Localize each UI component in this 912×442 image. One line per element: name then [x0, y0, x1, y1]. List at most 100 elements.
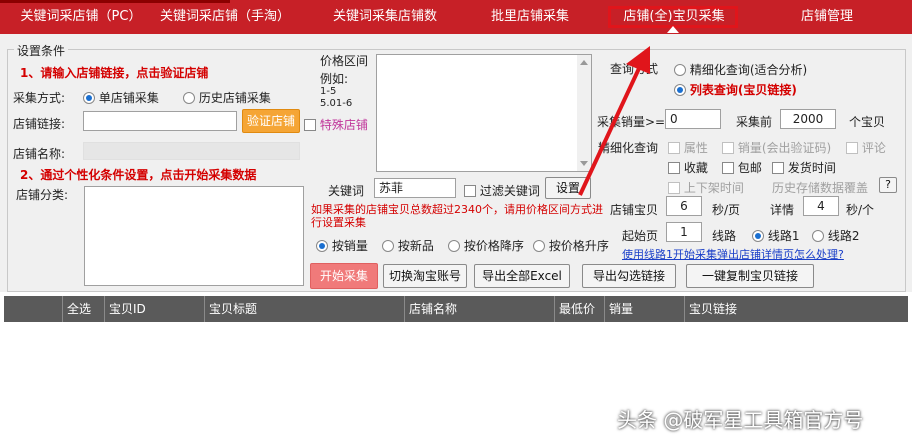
- tab-batch-shop[interactable]: 批里店铺采集: [470, 0, 590, 34]
- top-count-unit: 个宝贝: [849, 115, 886, 129]
- col-min-price[interactable]: 最低价: [554, 296, 604, 322]
- favorite-label: 收藏: [683, 161, 708, 175]
- top-count-label: 采集前: [736, 115, 773, 129]
- ship-time-label: 发货时间: [787, 161, 836, 175]
- checkbox-icon: [464, 185, 476, 197]
- review-checkbox[interactable]: 评论: [846, 139, 886, 156]
- annotation-arrow: [578, 46, 650, 196]
- list-query-label: 列表查询(宝贝链接): [689, 83, 797, 97]
- copy-links-button[interactable]: 一键复制宝贝链接: [686, 264, 814, 288]
- step1-hint: 1、请输入店铺链接，点击验证店铺: [20, 66, 209, 80]
- shop-category-list[interactable]: [84, 186, 304, 286]
- step2-hint: 2、通过个性化条件设置，点击开始采集数据: [20, 168, 257, 182]
- fine-query-radio[interactable]: 精细化查询(适合分析): [674, 61, 807, 78]
- list-query-radio[interactable]: 列表查询(宝贝链接): [674, 81, 797, 98]
- line2-label: 线路2: [827, 229, 860, 243]
- min-sales-input[interactable]: 0: [665, 109, 721, 129]
- col-select-all[interactable]: 全选: [62, 296, 104, 322]
- history-cover-label: 历史存储数据覆盖: [772, 181, 869, 195]
- radio-icon: [674, 84, 686, 96]
- fine-query-label: 精细化查询(适合分析): [689, 63, 808, 77]
- shop-name-label: 店铺名称:: [13, 147, 66, 161]
- verify-shop-button[interactable]: 验证店铺: [242, 109, 300, 133]
- checkbox-icon: [772, 162, 784, 174]
- sort-sales-radio[interactable]: 按销量: [316, 237, 368, 254]
- shop-link-input[interactable]: [83, 111, 237, 131]
- free-ship-label: 包邮: [737, 161, 762, 175]
- checkbox-icon: [304, 119, 316, 131]
- collect-mode-label: 采集方式:: [13, 91, 66, 105]
- col-item-title[interactable]: 宝贝标题: [204, 296, 404, 322]
- keyword-input[interactable]: 苏菲: [374, 178, 456, 198]
- price-range-label: 价格区间: [320, 54, 369, 68]
- line-help-link[interactable]: 使用线路1开始采集弹出店铺详情页怎么处理?: [622, 246, 844, 262]
- radio-icon: [83, 92, 95, 104]
- tab-keyword-shop-mobile[interactable]: 关键词采店铺（手淘）: [150, 0, 300, 34]
- export-all-button[interactable]: 导出全部Excel: [474, 264, 570, 288]
- radio-icon: [533, 240, 545, 252]
- sort-new-label: 按新品: [397, 239, 434, 253]
- shop-category-label: 店铺分类:: [16, 188, 69, 202]
- shop-item-interval-unit: 秒/页: [712, 203, 741, 217]
- col-item-link[interactable]: 宝贝链接: [684, 296, 908, 322]
- col-sales[interactable]: 销量: [604, 296, 684, 322]
- sort-new-radio[interactable]: 按新品: [382, 237, 434, 254]
- shop-item-interval-input[interactable]: 6: [666, 196, 702, 216]
- top-tab-bar: 关键词采店铺（PC） 关键词采店铺（手淘） 关键词采集店铺数 批里店铺采集 店铺…: [0, 0, 912, 34]
- start-page-label: 起始页: [622, 229, 659, 243]
- shop-name-field: [83, 142, 300, 160]
- active-tab-indicator: [667, 26, 679, 33]
- detail-interval-label: 详情: [770, 203, 795, 217]
- attr-label: 属性: [683, 141, 708, 155]
- start-collect-button[interactable]: 开始采集: [310, 263, 378, 289]
- favorite-checkbox[interactable]: 收藏: [668, 159, 708, 176]
- ship-time-checkbox[interactable]: 发货时间: [772, 159, 836, 176]
- radio-icon: [674, 64, 686, 76]
- radio-icon: [316, 240, 328, 252]
- filter-keyword-checkbox[interactable]: 过滤关键词: [464, 182, 540, 199]
- listing-time-checkbox[interactable]: 上下架时间: [668, 179, 744, 196]
- detail-interval-unit: 秒/个: [846, 203, 875, 217]
- price-example-2: 5.01-6: [320, 98, 353, 109]
- listing-time-label: 上下架时间: [683, 181, 744, 195]
- sales-captcha-checkbox[interactable]: 销量(会出验证码): [722, 139, 831, 156]
- watermark-text: 头条 @破军星工具箱官方号: [617, 408, 864, 432]
- sort-sales-label: 按销量: [331, 239, 368, 253]
- export-checked-button[interactable]: 导出勾选链接: [582, 264, 676, 288]
- checkbox-icon: [722, 142, 734, 154]
- radio-icon: [448, 240, 460, 252]
- tab-shop-manage[interactable]: 店铺管理: [782, 0, 872, 34]
- col-shop-name[interactable]: 店铺名称: [404, 296, 554, 322]
- tab-keyword-shop-pc[interactable]: 关键词采店铺（PC）: [8, 0, 154, 34]
- line1-radio[interactable]: 线路1: [752, 227, 799, 244]
- settings-legend: 设置条件: [14, 42, 69, 59]
- top-count-input[interactable]: 2000: [780, 109, 836, 129]
- price-example-1: 1-5: [320, 86, 337, 97]
- special-shop-label: 特殊店铺: [319, 118, 368, 132]
- sort-price-desc-radio[interactable]: 按价格降序: [448, 237, 524, 254]
- help-button[interactable]: ?: [879, 177, 897, 193]
- radio-icon: [812, 230, 824, 242]
- sort-price-asc-radio[interactable]: 按价格升序: [533, 237, 609, 254]
- col-item-id[interactable]: 宝贝ID: [104, 296, 204, 322]
- radio-icon: [382, 240, 394, 252]
- start-page-input[interactable]: 1: [666, 222, 702, 242]
- mode-single-radio[interactable]: 单店铺采集: [83, 89, 159, 106]
- switch-account-button[interactable]: 切换淘宝账号: [383, 264, 467, 288]
- review-label: 评论: [861, 141, 886, 155]
- tab-keyword-shop-count[interactable]: 关键词采集店铺数: [315, 0, 455, 34]
- mode-history-label: 历史店铺采集: [198, 91, 271, 105]
- sales-captcha-label: 销量(会出验证码): [737, 141, 832, 155]
- filter-keyword-label: 过滤关键词: [479, 184, 540, 198]
- mode-history-radio[interactable]: 历史店铺采集: [183, 89, 271, 106]
- special-shop-checkbox[interactable]: 特殊店铺: [304, 116, 368, 133]
- sort-price-asc-label: 按价格升序: [548, 239, 609, 253]
- line1-label: 线路1: [767, 229, 800, 243]
- line2-radio[interactable]: 线路2: [812, 227, 859, 244]
- detail-interval-input[interactable]: 4: [803, 196, 839, 216]
- attr-checkbox[interactable]: 属性: [668, 139, 708, 156]
- line-label: 线路: [712, 229, 737, 243]
- free-ship-checkbox[interactable]: 包邮: [722, 159, 762, 176]
- results-table-header: 全选 宝贝ID 宝贝标题 店铺名称 最低价 销量 宝贝链接: [4, 296, 908, 322]
- mode-single-label: 单店铺采集: [98, 91, 159, 105]
